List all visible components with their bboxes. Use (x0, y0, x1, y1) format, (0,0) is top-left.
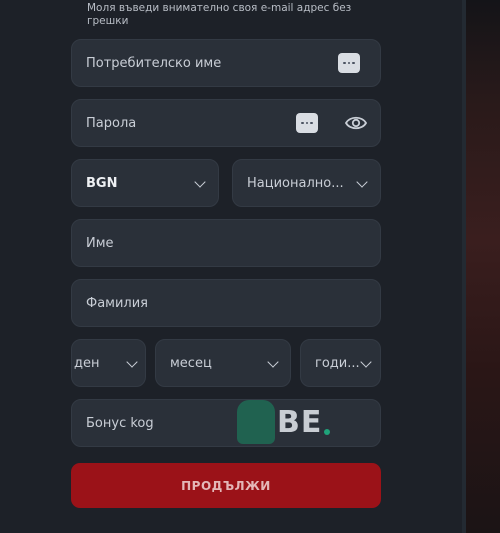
password-manager-icon[interactable] (338, 53, 360, 73)
birth-year-value: годи... (315, 355, 360, 371)
username-field[interactable]: Потребителско име (71, 39, 381, 87)
bonus-code-field[interactable]: Бонус kog (71, 399, 381, 447)
password-manager-icon[interactable] (296, 113, 318, 133)
nationality-select[interactable]: Национално... (232, 159, 381, 207)
birth-year-select[interactable]: годи... (300, 339, 381, 387)
password-placeholder: Парола (86, 115, 137, 131)
chevron-down-icon (356, 176, 368, 188)
username-placeholder: Потребителско име (86, 55, 222, 71)
password-field[interactable]: Парола (71, 99, 381, 147)
currency-select[interactable]: BGN (71, 159, 219, 207)
show-password-eye-icon[interactable] (345, 114, 367, 132)
birth-month-value: месец (170, 355, 212, 371)
last-name-placeholder: Фамилия (86, 295, 148, 311)
currency-value: BGN (86, 175, 118, 191)
birth-month-select[interactable]: месец (155, 339, 291, 387)
first-name-field[interactable]: Име (71, 219, 381, 267)
last-name-field[interactable]: Фамилия (71, 279, 381, 327)
chevron-down-icon (267, 356, 279, 368)
nationality-value: Национално... (247, 175, 344, 191)
email-hint-text: Моля въведи внимателно своя e-mail адрес… (87, 2, 352, 27)
chevron-down-icon (126, 356, 138, 368)
chevron-down-icon (360, 356, 372, 368)
continue-button[interactable]: ПРОДЪЛЖИ (71, 463, 381, 508)
chevron-down-icon (194, 176, 206, 188)
background-image-strip (462, 0, 500, 533)
birth-day-select[interactable]: ден (71, 339, 146, 387)
birth-day-value: ден (74, 355, 100, 371)
bonus-code-placeholder: Бонус kog (86, 415, 154, 431)
first-name-placeholder: Име (86, 235, 114, 251)
